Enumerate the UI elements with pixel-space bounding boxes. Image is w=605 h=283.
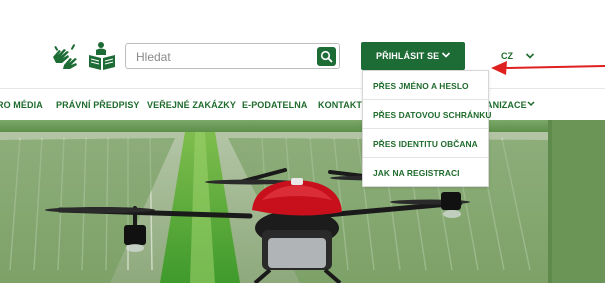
search-icon [320,50,333,63]
menu-item-label: PŘES DATOVOU SCHRÁNKU [373,110,492,120]
red-arrow-icon [491,61,605,75]
easy-read-icon[interactable] [87,41,117,71]
nav-item-e-filing[interactable]: E-PODATELNA [242,100,307,110]
nav-item-media[interactable]: RO MÉDIA [0,100,43,110]
chevron-down-icon [441,52,451,58]
hero-image [0,120,605,283]
login-dropdown-menu: PŘES JMÉNO A HESLO PŘES DATOVOU SCHRÁNKU… [362,70,491,187]
menu-item-data-box[interactable]: PŘES DATOVOU SCHRÁNKU [363,100,491,129]
menu-item-label: PŘES IDENTITU OBČANA [373,139,478,149]
menu-item-how-to-register[interactable]: JAK NA REGISTRACI [363,158,488,187]
login-button-label: PŘIHLÁSIT SE [376,51,440,61]
login-button[interactable]: PŘIHLÁSIT SE [361,42,465,70]
nav-item-legal[interactable]: PRÁVNÍ PŘEDPISY [56,100,140,110]
menu-item-label: PŘES JMÉNO A HESLO [373,81,469,91]
menu-item-citizen-identity[interactable]: PŘES IDENTITU OBČANA [363,129,488,158]
search-button[interactable] [317,47,336,66]
search-input[interactable] [136,48,306,65]
drone-over-orchard-image [0,120,605,283]
search-box [125,43,340,69]
site-header: PŘIHLÁSIT SE CZ [0,0,605,88]
main-navigation: RO MÉDIA PRÁVNÍ PŘEDPISY VEŘEJNÉ ZAKÁZKY… [0,88,605,120]
menu-item-label: JAK NA REGISTRACI [373,168,460,178]
sign-language-icon[interactable] [50,41,80,71]
nav-item-organization[interactable]: ANIZACE [486,100,527,110]
nav-item-contacts[interactable]: KONTAKTY [318,100,368,110]
menu-item-name-password[interactable]: PŘES JMÉNO A HESLO [363,71,488,100]
chevron-down-icon[interactable] [527,100,535,107]
nav-item-public-contracts[interactable]: VEŘEJNÉ ZAKÁZKY [147,100,236,110]
